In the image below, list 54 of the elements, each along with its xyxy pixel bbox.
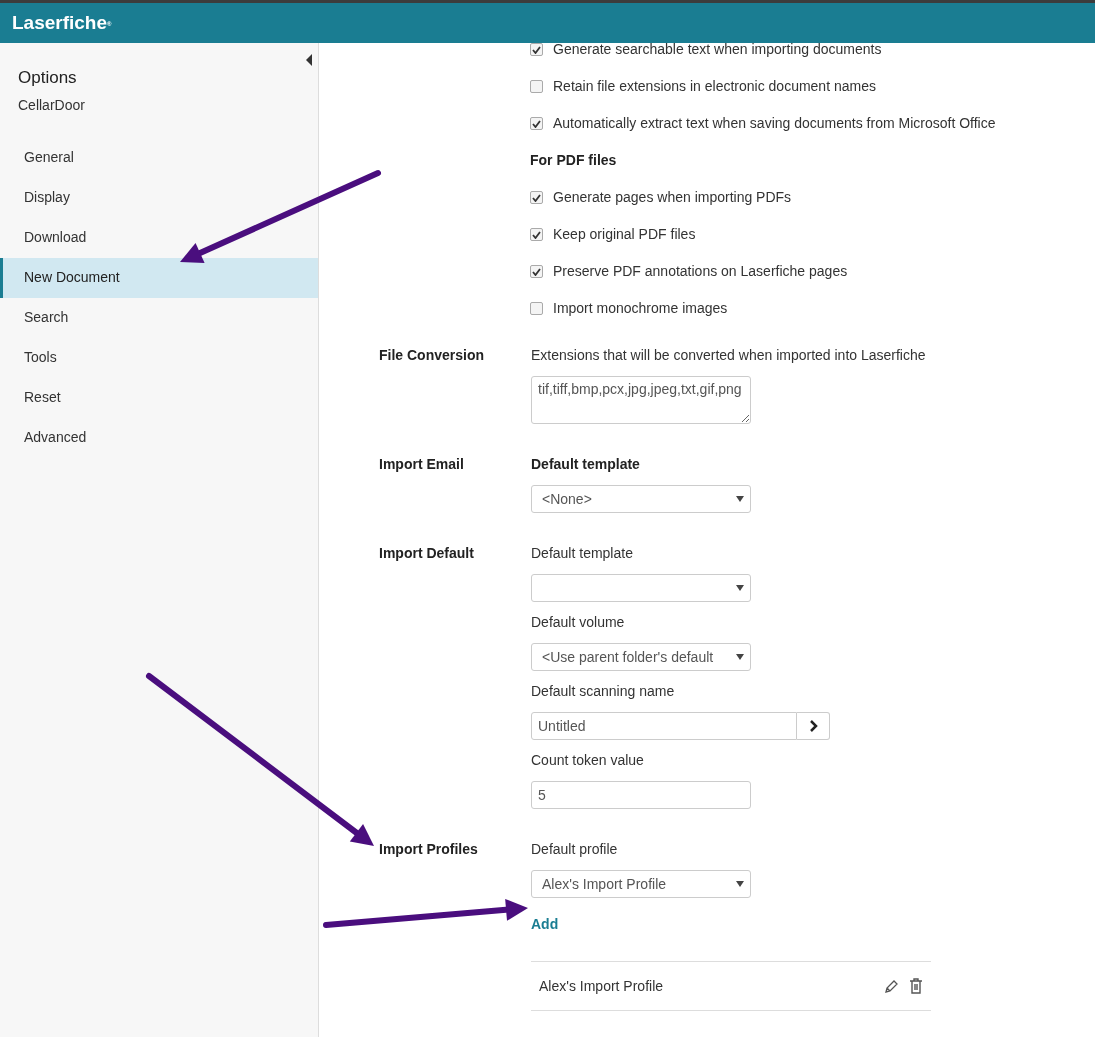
group-heading: For PDF files — [530, 151, 617, 170]
caret-icon — [736, 496, 744, 502]
field-label: Count token value — [531, 751, 644, 770]
checkbox[interactable] — [530, 117, 543, 130]
checkbox[interactable] — [530, 191, 543, 204]
trash-icon[interactable] — [909, 978, 923, 994]
field-label: Default template — [531, 544, 633, 563]
section-title: File Conversion — [379, 346, 486, 365]
sidebar-item[interactable]: Search — [0, 297, 318, 338]
chevron-right-icon — [808, 720, 818, 732]
sidebar-item[interactable]: Reset — [0, 377, 318, 418]
field-label: Default profile — [531, 840, 618, 859]
sidebar-item[interactable]: Tools — [0, 337, 318, 378]
checkbox[interactable] — [530, 228, 543, 241]
dropdown[interactable]: <None> — [531, 485, 751, 513]
field-label: Default scanning name — [531, 682, 675, 701]
checkbox-label: Automatically extract text when saving documents from Microsoft Office — [553, 114, 996, 133]
sidebar-item[interactable]: New Document — [0, 257, 318, 298]
sidebar-title: Options — [17, 67, 78, 89]
checkbox[interactable] — [530, 302, 543, 315]
caret-icon — [736, 881, 744, 887]
checkbox[interactable] — [530, 80, 543, 93]
checkbox-label: Keep original PDF files — [553, 225, 696, 244]
sidebar-item[interactable]: Download — [0, 217, 318, 258]
sidebar-item[interactable]: General — [0, 137, 318, 178]
checkbox-label: Generate searchable text when importing documents — [553, 43, 882, 59]
dropdown[interactable]: <Use parent folder's default — [531, 643, 751, 671]
next-button[interactable] — [797, 712, 830, 740]
section-title: Import Default — [379, 544, 475, 563]
field-label: Default template — [531, 455, 640, 474]
checkbox[interactable] — [530, 265, 543, 278]
checkbox-label: Generate pages when importing PDFs — [553, 188, 792, 207]
extensions-field[interactable]: tif,tiff,bmp,pcx,jpg,jpeg,txt,gif,png — [531, 376, 751, 424]
section-title: Import Email — [379, 455, 465, 474]
add-link[interactable]: Add — [531, 914, 559, 935]
field-label: Default volume — [531, 613, 625, 632]
input-field[interactable]: Untitled — [531, 712, 797, 740]
sidebar-item[interactable]: Advanced — [0, 417, 318, 458]
dropdown[interactable]: Alex's Import Profile — [531, 870, 751, 898]
caret-icon — [736, 585, 744, 591]
sidebar-item[interactable]: Display — [0, 177, 318, 218]
section-title: Import Profiles — [379, 840, 479, 859]
profile-name: Alex's Import Profile — [539, 976, 664, 996]
checkbox-label: Retain file extensions in electronic document names — [553, 77, 876, 96]
app-logo: Laserfiche$^{®}$ — [12, 10, 112, 35]
checkbox[interactable] — [530, 43, 543, 56]
input-field[interactable]: 5 — [531, 781, 751, 809]
checkbox-label: Preserve PDF annotations on Laserfiche pages — [553, 262, 848, 281]
field-label: Extensions that will be converted when imported into Laserfiche — [531, 346, 926, 365]
pencil-icon[interactable] — [884, 978, 899, 994]
collapse-icon[interactable] — [306, 54, 312, 66]
checkbox-label: Import monochrome images — [553, 299, 728, 318]
caret-icon — [736, 654, 744, 660]
sidebar-subtitle: CellarDoor — [17, 95, 86, 115]
